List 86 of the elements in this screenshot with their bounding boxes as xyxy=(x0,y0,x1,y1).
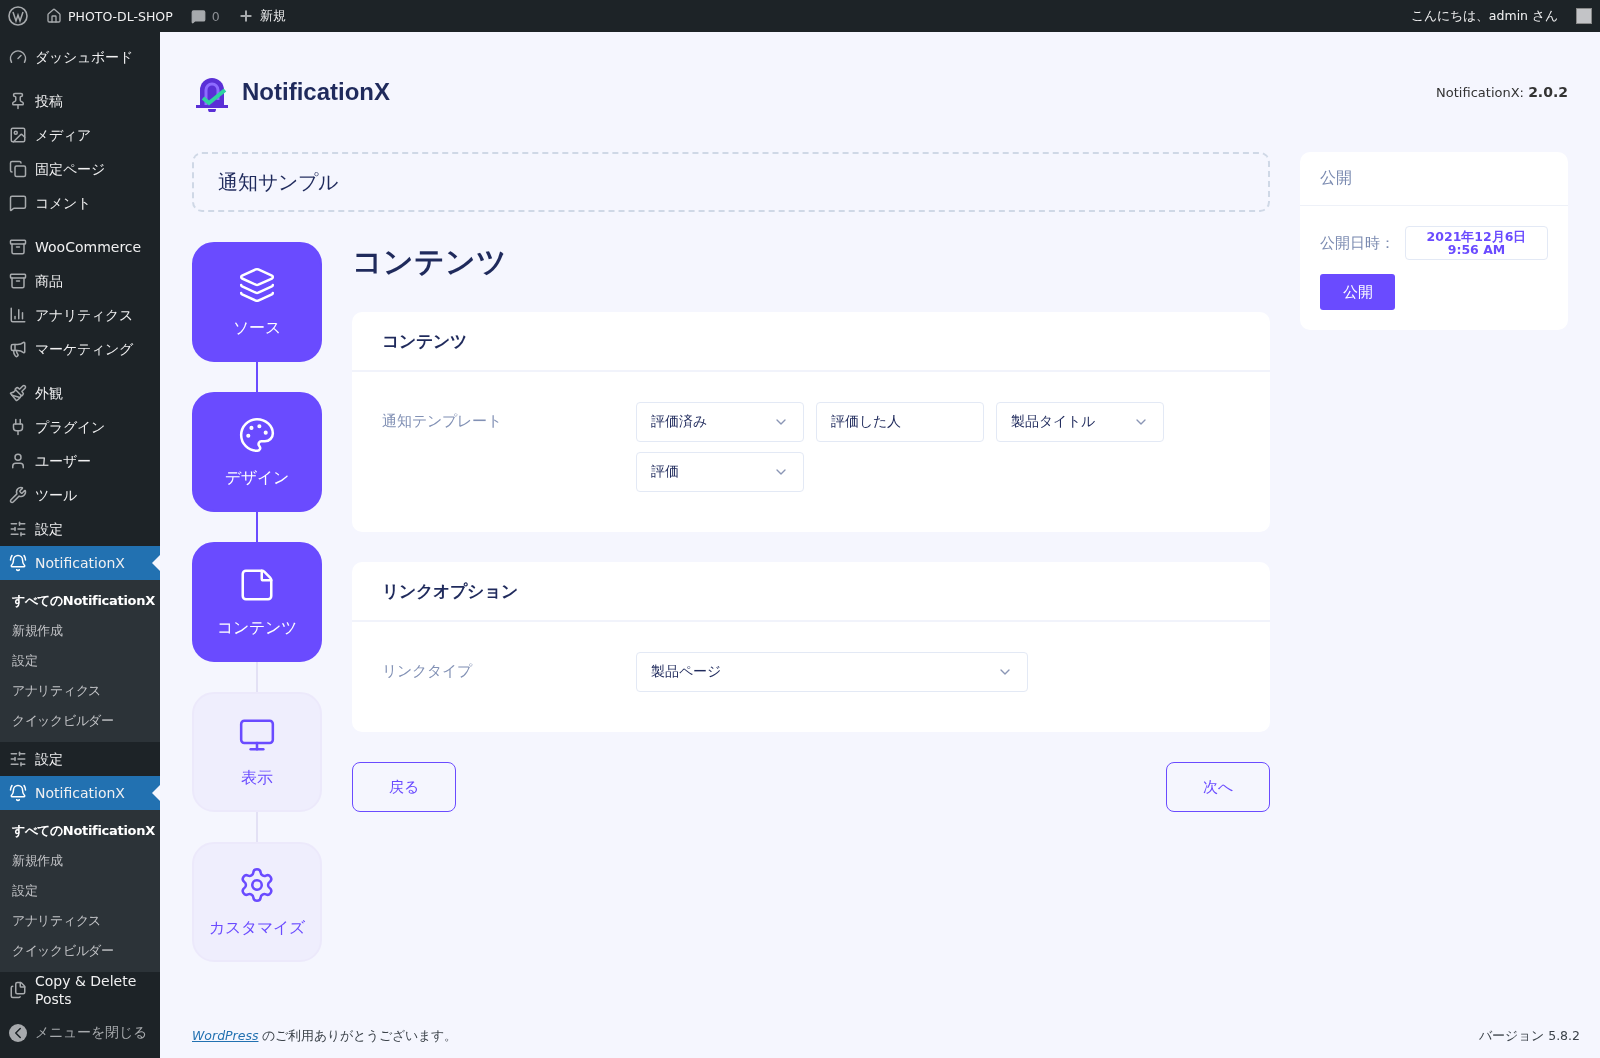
back-button[interactable]: 戻る xyxy=(352,762,456,812)
sidebar-item[interactable]: 商品 xyxy=(0,264,160,298)
publish-button[interactable]: 公開 xyxy=(1320,274,1395,311)
page-heading: コンテンツ xyxy=(352,243,508,281)
bell-icon xyxy=(9,784,27,802)
sidebar-item[interactable]: ユーザー xyxy=(0,444,160,478)
comment-icon xyxy=(9,194,27,212)
select-field[interactable]: 製品タイトル xyxy=(996,402,1164,442)
bell-icon xyxy=(9,554,27,572)
step-tab[interactable]: デザイン xyxy=(192,392,322,512)
submenu-item[interactable]: クイックビルダー xyxy=(0,936,160,966)
select-field[interactable]: 評価 xyxy=(636,452,804,492)
sidebar-item[interactable]: NotificationX xyxy=(0,776,160,810)
collapse-menu-button[interactable]: メニューを閉じる xyxy=(0,1018,160,1049)
section-title: コンテンツ xyxy=(382,329,467,353)
sliders-icon xyxy=(9,520,27,538)
select-field[interactable]: 製品ページ xyxy=(636,652,1028,692)
sidebar-item[interactable]: コメント xyxy=(0,186,160,220)
bar-chart-icon xyxy=(9,306,27,324)
next-button[interactable]: 次へ xyxy=(1166,762,1270,812)
image-icon xyxy=(9,126,27,144)
field-label: 通知テンプレート xyxy=(382,411,503,432)
input-field[interactable]: 評価した人 xyxy=(816,402,984,442)
comment-icon xyxy=(190,8,206,24)
title-field[interactable]: 通知サンプル xyxy=(192,152,1270,212)
version-text: NotificationX: 2.0.2 xyxy=(1436,84,1568,100)
submenu-item[interactable]: 設定 xyxy=(0,646,160,676)
submenu-item[interactable]: アナリティクス xyxy=(0,676,160,706)
box-icon xyxy=(9,272,27,290)
sidebar-item[interactable]: マーケティング xyxy=(0,332,160,366)
sidebar-item[interactable]: 固定ページ xyxy=(0,152,160,186)
home-icon xyxy=(46,8,62,24)
sliders-icon xyxy=(9,750,27,768)
documents-icon xyxy=(9,981,27,1000)
date-field[interactable]: 2021年12月6日 9:56 AM xyxy=(1405,226,1548,261)
step-tab[interactable]: ソース xyxy=(192,242,322,362)
site-link[interactable]: PHOTO-DL-SHOP xyxy=(46,8,173,24)
step-tab[interactable]: カスタマイズ xyxy=(192,842,322,962)
sidebar-item[interactable]: ダッシュボード xyxy=(0,40,160,74)
paintbrush-icon xyxy=(9,384,27,402)
sidebar-item[interactable]: メディア xyxy=(0,118,160,152)
submenu-item[interactable]: 新規作成 xyxy=(0,616,160,646)
sidebar-item[interactable]: プラグイン xyxy=(0,410,160,444)
select-field[interactable]: 評価済み xyxy=(636,402,804,442)
version-text: バージョン 5.8.2 xyxy=(1479,1027,1580,1045)
gauge-icon xyxy=(9,48,27,66)
plus-icon xyxy=(237,8,254,24)
box-icon xyxy=(9,238,27,256)
current-pointer-icon xyxy=(152,785,160,801)
sidebar-item[interactable]: 設定 xyxy=(0,742,160,776)
submenu-item[interactable]: すべてのNotificationX xyxy=(0,586,160,616)
wordpress-link[interactable]: WordPress xyxy=(192,1027,259,1043)
comments-link[interactable]: 0 xyxy=(190,8,220,24)
sidebar-item[interactable]: Copy & Delete Posts xyxy=(0,972,160,1009)
current-pointer-icon xyxy=(152,555,160,571)
sidebar-item[interactable]: 外観 xyxy=(0,376,160,410)
user-icon xyxy=(9,452,27,470)
step-tab[interactable]: 表示 xyxy=(192,692,322,812)
date-label: 公開日時： xyxy=(1320,233,1395,253)
greeting-text[interactable]: こんにちは、admin さん xyxy=(1410,7,1558,25)
sidebar-item[interactable]: WooCommerce xyxy=(0,230,160,264)
panel-title: 公開 xyxy=(1320,168,1352,189)
wrench-icon xyxy=(9,486,27,504)
sidebar-item[interactable]: 投稿 xyxy=(0,84,160,118)
new-link[interactable]: 新規 xyxy=(237,7,286,25)
sidebar-item[interactable]: 設定 xyxy=(0,512,160,546)
sidebar-item[interactable]: NotificationX xyxy=(0,546,160,580)
field-label: リンクタイプ xyxy=(382,661,474,682)
palette-icon xyxy=(238,415,276,454)
wordpress-logo-icon[interactable] xyxy=(8,6,28,26)
section-title: リンクオプション xyxy=(382,579,518,603)
submenu-item[interactable]: アナリティクス xyxy=(0,906,160,936)
settings-icon xyxy=(238,865,276,904)
footer-thanks: WordPress のご利用ありがとうございます。 xyxy=(192,1027,458,1045)
sidebar-item[interactable]: ツール xyxy=(0,478,160,512)
megaphone-icon xyxy=(9,340,27,358)
logo-text: NotificationX xyxy=(242,78,390,106)
submenu-item[interactable]: すべてのNotificationX xyxy=(0,816,160,846)
layers-icon xyxy=(238,265,276,304)
pages-icon xyxy=(9,160,27,178)
submenu-item[interactable]: クイックビルダー xyxy=(0,706,160,736)
sidebar-item[interactable]: アナリティクス xyxy=(0,298,160,332)
submenu-item[interactable]: 新規作成 xyxy=(0,846,160,876)
pin-icon xyxy=(9,92,27,110)
step-tab[interactable]: コンテンツ xyxy=(192,542,322,662)
submenu-item[interactable]: 設定 xyxy=(0,876,160,906)
